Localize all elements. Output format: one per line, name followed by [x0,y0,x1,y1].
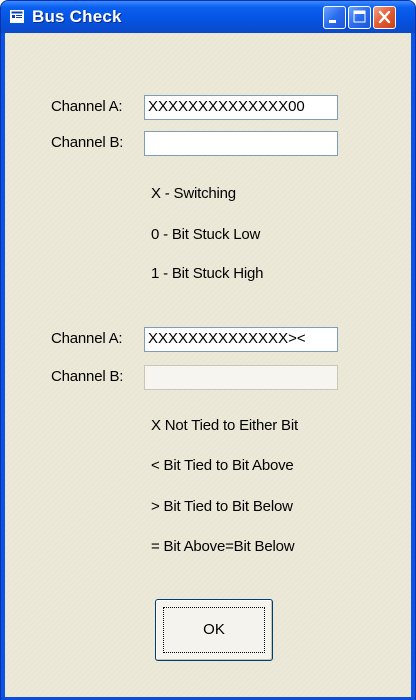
bus-check-window: Bus Check Channel A: XXXXXXXXXXXXXX00 Ch… [0,0,416,700]
channel-b-label-1: Channel B: [51,134,124,151]
legend-tied-above: < Bit Tied to Bit Above [151,457,294,474]
channel-a-field-2[interactable]: XXXXXXXXXXXXXX>< [144,327,338,352]
legend-above-equals-below: = Bit Above=Bit Below [151,538,295,555]
channel-a-label-2: Channel A: [51,330,123,347]
legend-tied-below: > Bit Tied to Bit Below [151,498,293,515]
channel-b-label-2: Channel B: [51,368,124,385]
app-window-icon [10,10,24,23]
channel-b-field-1[interactable] [144,131,338,156]
minimize-button[interactable] [323,6,346,29]
legend-bit-stuck-low: 0 - Bit Stuck Low [151,226,261,243]
maximize-icon [353,10,366,23]
legend-bit-stuck-high: 1 - Bit Stuck High [151,265,264,282]
channel-a-label-1: Channel A: [51,98,123,115]
ok-button[interactable]: OK [155,599,273,661]
ok-button-label: OK [203,621,225,638]
title-bar[interactable]: Bus Check [1,1,415,33]
maximize-button[interactable] [348,6,371,29]
close-button[interactable] [373,6,396,29]
window-title: Bus Check [32,7,122,26]
dialog-client-area: Channel A: XXXXXXXXXXXXXX00 Channel B: X… [5,33,411,697]
minimize-icon [329,20,336,23]
legend-not-tied: X Not Tied to Either Bit [151,417,298,434]
channel-a-field-1[interactable]: XXXXXXXXXXXXXX00 [144,95,338,120]
legend-switching: X - Switching [151,185,236,202]
channel-b-field-2[interactable] [144,365,338,390]
close-icon [378,10,391,24]
